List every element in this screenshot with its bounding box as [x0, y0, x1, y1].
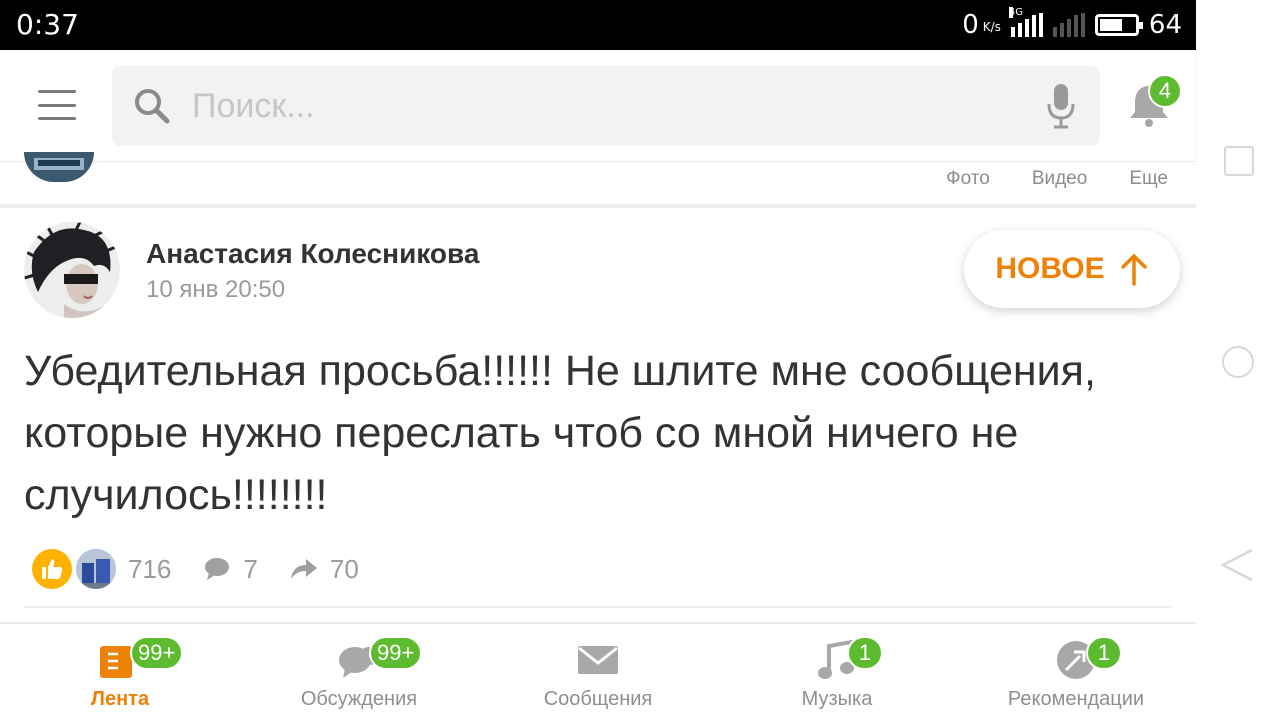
network-type: 4G	[1008, 7, 1024, 18]
previous-post: Фото Видео Еще	[0, 152, 1196, 208]
tab-recommendations-label: Рекомендации	[1007, 688, 1145, 710]
back-button[interactable]	[1220, 548, 1256, 587]
notifications-button[interactable]: 4	[1126, 74, 1182, 130]
tab-recommendations[interactable]: 1 Рекомендации	[956, 624, 1196, 722]
share-icon	[290, 559, 317, 579]
comments-count: 7	[243, 553, 258, 584]
home-button[interactable]	[1222, 346, 1254, 378]
search-bar[interactable]	[112, 66, 1100, 146]
post-divider	[24, 606, 1172, 608]
more-link[interactable]: Еще	[1129, 168, 1168, 190]
liker-avatar[interactable]	[76, 549, 116, 589]
tab-feed[interactable]: 99+ Лента	[0, 624, 240, 722]
post-text: Убедительная просьба!!!!!! Не шлите мне …	[24, 347, 1096, 519]
tab-music[interactable]: 1 Музыка	[717, 624, 957, 722]
battery-level: 64	[1148, 10, 1182, 40]
arrow-up-icon	[1120, 254, 1147, 286]
signal-icon: 4G	[1008, 7, 1043, 37]
tab-music-label: Музыка	[801, 688, 873, 710]
back-icon	[1220, 548, 1253, 582]
previous-post-links: Фото Видео Еще	[946, 168, 1168, 190]
net-speed-unit: K/s	[982, 20, 1001, 34]
previous-post-avatar[interactable]	[24, 152, 94, 182]
comment-icon	[205, 558, 230, 580]
author-avatar[interactable]	[24, 222, 120, 318]
status-time: 0:37	[16, 8, 79, 41]
avatar-image	[76, 549, 116, 589]
tab-messages-label: Сообщения	[543, 688, 653, 710]
net-speed: 0	[962, 10, 979, 40]
menu-icon-line	[38, 103, 76, 107]
recents-button[interactable]	[1224, 146, 1254, 176]
post-date: 10 янв 20:50	[146, 276, 286, 303]
post-stats: 716 7 70	[32, 548, 359, 590]
feed-badge: 99+	[130, 636, 184, 670]
notifications-badge: 4	[1148, 74, 1182, 108]
status-bar: 0:37 0 K/s 4G 64	[0, 0, 1196, 50]
search-icon	[135, 89, 170, 124]
tab-messages[interactable]: Сообщения	[478, 624, 718, 722]
music-badge: 1	[847, 636, 883, 670]
new-posts-button[interactable]: НОВОЕ	[964, 230, 1180, 308]
tab-discussions-label: Обсуждения	[300, 688, 418, 710]
battery-icon	[1094, 14, 1143, 36]
tab-discussions[interactable]: 99+ Обсуждения	[239, 624, 479, 722]
thumbs-up-icon	[42, 559, 63, 579]
photo-link[interactable]: Фото	[946, 168, 990, 190]
microphone-icon[interactable]	[1046, 82, 1076, 130]
likes-count: 716	[128, 553, 172, 584]
search-input[interactable]	[192, 82, 992, 130]
signal-sim2-icon	[1052, 13, 1085, 37]
messages-icon	[578, 646, 618, 674]
menu-icon-line	[38, 117, 76, 120]
video-link[interactable]: Видео	[1032, 168, 1088, 190]
bottom-navigation: 99+ Лента 99+ Обсуждения Сообщения 1 Муз…	[0, 622, 1196, 720]
new-posts-label: НОВОЕ	[995, 252, 1105, 285]
share-button[interactable]: 70	[290, 554, 359, 585]
shares-count: 70	[329, 553, 359, 584]
discussions-badge: 99+	[369, 636, 423, 670]
avatar-image	[24, 152, 94, 182]
avatar-image	[24, 222, 120, 318]
feed-post: Анастасия Колесникова 10 янв 20:50 НОВОЕ…	[0, 208, 1196, 608]
recommendations-badge: 1	[1086, 636, 1122, 670]
tab-feed-label: Лента	[90, 688, 150, 710]
menu-icon-line	[38, 90, 76, 93]
like-icon[interactable]	[32, 549, 72, 589]
status-icons: 0 K/s 4G 64	[962, 6, 1182, 44]
menu-button[interactable]	[38, 90, 76, 120]
author-name[interactable]: Анастасия Колесникова	[146, 238, 479, 270]
app-header: 4	[0, 50, 1196, 162]
comments-button[interactable]: 7	[203, 553, 258, 585]
